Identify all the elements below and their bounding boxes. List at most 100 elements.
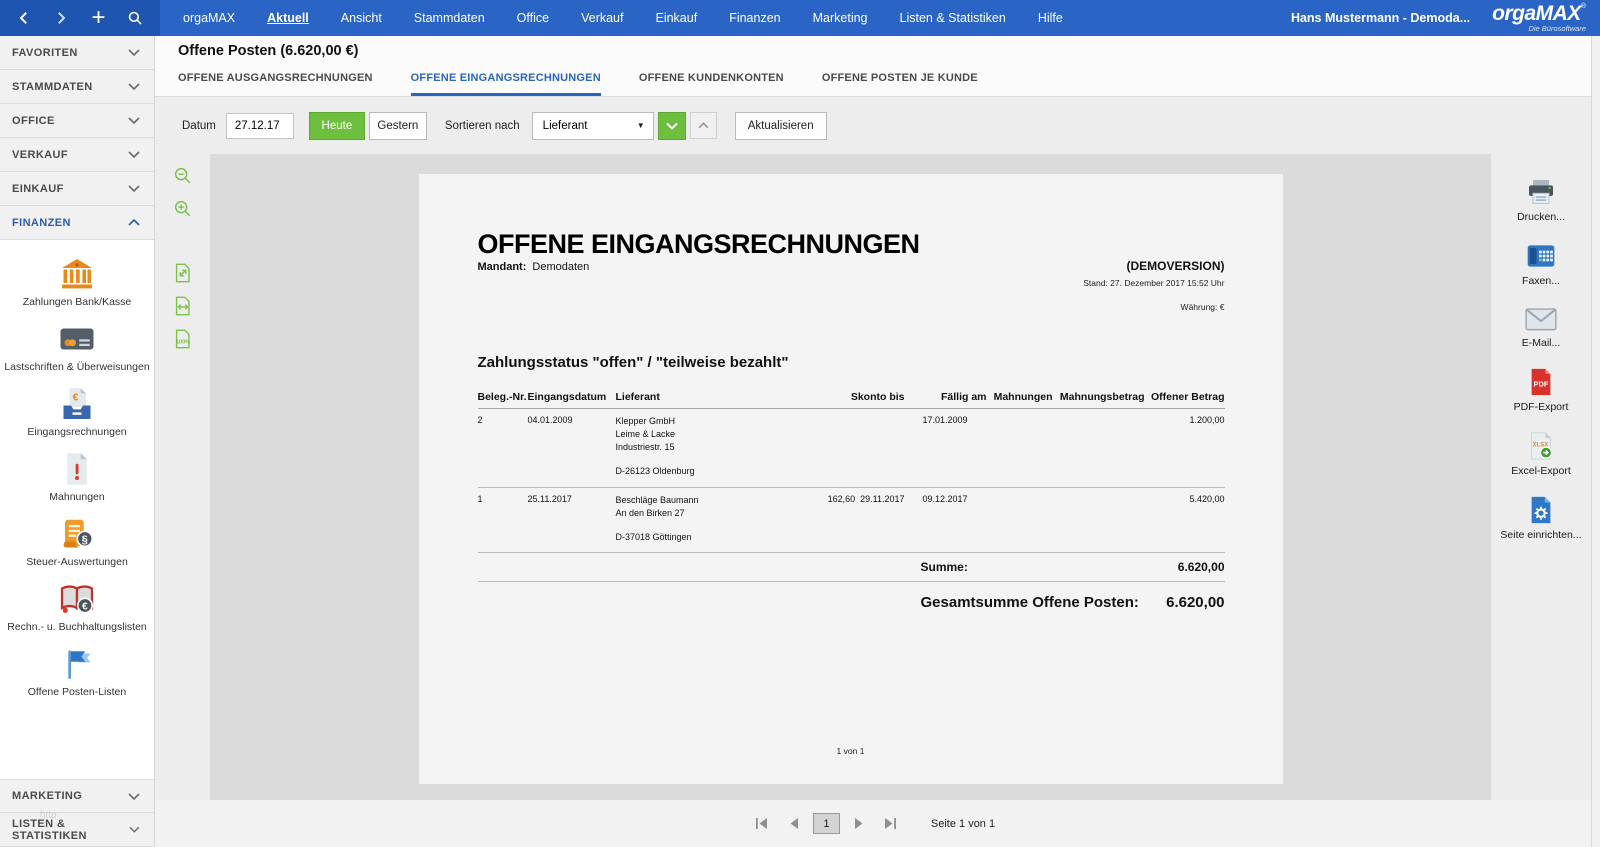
menu-listen-statistiken[interactable]: Listen & Statistiken [899,8,1007,28]
heute-button[interactable]: Heute [308,111,365,140]
topbar: + orgaMAX Aktuell Ansicht Stammdaten Off… [0,0,1600,36]
col-offener-betrag: Offener Betrag [1150,391,1225,404]
sidebar-item-rechn-buchhaltungslisten[interactable]: € Rechn.- u. Buchhaltungslisten [7,581,147,633]
sidebar-section-verkauf[interactable]: VERKAUF [0,138,154,172]
stand-label: Stand: 27. Dezember 2017 15:52 Uhr [1083,278,1225,289]
right-scrollbar[interactable] [1591,36,1600,847]
topbar-nav-icons: + [0,0,160,36]
forward-icon[interactable] [48,5,74,31]
chevron-up-icon [698,122,709,129]
menu-finanzen[interactable]: Finanzen [728,8,781,28]
page-setup-icon [1531,496,1551,524]
zoom-100-icon[interactable]: 100% [171,327,195,351]
supplier-address: Klepper GmbH Leime & Lacke Industriestr.… [615,416,695,477]
invoice-inbox-icon: € [63,388,91,419]
sort-ascending-button[interactable] [689,112,717,139]
logo-subtitle: Die Bürosoftware [1528,24,1586,34]
tab-offene-ausgangsrechnungen[interactable]: OFFENE AUSGANGSRECHNUNGEN [178,72,373,96]
sidebar-item-offene-posten-listen[interactable]: Offene Posten-Listen [28,646,126,698]
last-page-button[interactable] [878,813,902,835]
sidebar-section-office[interactable]: OFFICE [0,104,154,138]
menu-verkauf[interactable]: Verkauf [580,8,624,28]
sidebar-item-eingangsrechnungen[interactable]: € Eingangsrechnungen [27,386,127,438]
email-button[interactable]: E-Mail... [1522,304,1560,349]
menu-hilfe[interactable]: Hilfe [1037,8,1064,28]
report-meta: (DEMOVERSION) Stand: 27. Dezember 2017 1… [1083,259,1224,312]
pdf-export-button[interactable]: PDF PDF-Export [1514,366,1568,413]
sum-row: Summe: 6.620,00 [478,553,1225,581]
sidebar-item-steuer-auswertungen[interactable]: § Steuer-Auswertungen [26,516,128,568]
export-panel: Drucken... Faxen... E-Mail... PDF PDF-Ex… [1491,154,1591,800]
watermark-text: http [40,810,57,821]
sidebar-section-stammdaten[interactable]: STAMMDATEN [0,70,154,104]
sidebar-section-favoriten[interactable]: FAVORITEN [0,36,154,70]
svg-text:PDF: PDF [1534,379,1549,388]
back-icon[interactable] [11,5,37,31]
col-skonto-bis: Skonto bis [850,391,905,404]
sidebar-section-finanzen[interactable]: FINANZEN [0,206,154,240]
datum-input[interactable] [225,112,294,139]
menu-ansicht[interactable]: Ansicht [340,8,383,28]
add-icon[interactable]: + [86,5,112,31]
col-mahnungen: Mahnungen [993,391,1053,404]
email-icon [1525,308,1557,331]
table-row: 1 25.11.2017 Beschläge Baumann An den Bi… [478,488,1225,552]
waehrung-label: Währung: € [1180,302,1225,313]
sidebar-item-lastschriften[interactable]: Lastschriften & Überweisungen [4,321,150,373]
chevron-down-icon [128,117,140,124]
col-eingangsdatum: Eingangsdatum [527,391,607,404]
aktualisieren-button[interactable]: Aktualisieren [734,111,827,140]
menu-orgamax[interactable]: orgaMAX [182,8,236,28]
sort-select[interactable]: Lieferant ▼ [531,111,654,140]
payment-status-heading: Zahlungsstatus "offen" / "teilweise beza… [477,354,789,372]
sortieren-nach-label: Sortieren nach [444,119,520,132]
printer-icon [1528,180,1553,204]
datum-label: Datum [182,119,216,132]
gestern-button[interactable]: Gestern [368,111,427,140]
menu-marketing[interactable]: Marketing [812,8,869,28]
tab-offene-kundenkonten[interactable]: OFFENE KUNDENKONTEN [639,72,784,96]
excel-export-icon: XLSX [1531,432,1553,460]
faxen-button[interactable]: Faxen... [1522,240,1560,287]
zoom-out-icon[interactable] [171,164,195,188]
tax-scroll-icon: § [63,519,94,548]
col-beleg-nr: Beleg.-Nr. [477,391,527,404]
fit-width-icon[interactable] [171,294,195,318]
filter-toolbar: Datum Heute Gestern Sortieren nach Liefe… [155,97,1591,154]
zoom-in-icon[interactable] [171,197,195,221]
current-user-label[interactable]: Hans Mustermann - Demoda... [1291,11,1470,25]
report-viewport[interactable]: OFFENE EINGANGSRECHNUNGEN Mandant: Demoda… [210,154,1491,800]
fit-page-icon[interactable] [171,261,195,285]
menu-stammdaten[interactable]: Stammdaten [413,8,486,28]
sidebar-section-einkauf[interactable]: EINKAUF [0,172,154,206]
drucken-button[interactable]: Drucken... [1517,176,1565,223]
first-page-button[interactable] [751,813,775,835]
summe-value: 6.620,00 [1177,559,1225,574]
menu-office[interactable]: Office [516,8,550,28]
tab-offene-posten-je-kunde[interactable]: OFFENE POSTEN JE KUNDE [822,72,978,96]
menu-einkauf[interactable]: Einkauf [654,8,698,28]
summe-label: Summe: [920,559,968,574]
sort-descending-button[interactable] [657,111,686,140]
current-page-box[interactable]: 1 [812,813,840,834]
warning-document-icon [67,453,87,485]
bank-icon [61,259,92,289]
sidebar-section-listen-statistiken[interactable]: LISTEN & STATISTIKEN [0,813,154,847]
gesamtsumme-label: Gesamtsumme Offene Posten: [920,593,1139,611]
seite-einrichten-button[interactable]: Seite einrichten... [1500,494,1582,541]
next-page-button[interactable] [847,813,871,835]
sort-select-value: Lieferant [542,119,588,132]
tab-offene-eingangsrechnungen[interactable]: OFFENE EINGANGSRECHNUNGEN [410,72,601,96]
col-mahnungsbetrag: Mahnungsbetrag [1059,391,1145,404]
sidebar-item-mahnungen[interactable]: Mahnungen [49,451,105,503]
sidebar-item-zahlungen-bank-kasse[interactable]: Zahlungen Bank/Kasse [23,256,131,308]
search-icon[interactable] [123,5,149,31]
chevron-down-icon [665,122,678,130]
sidebar-section-marketing[interactable]: MARKETING http [0,779,154,821]
menu-aktuell[interactable]: Aktuell [266,8,310,28]
open-invoices-table: Beleg.-Nr. Eingangsdatum Lieferant Skont… [477,391,1225,611]
supplier-address: Beschläge Baumann An den Birken 27 D-370… [615,494,699,542]
page-title: Offene Posten (6.620,00 €) [178,43,359,59]
previous-page-button[interactable] [782,813,806,835]
excel-export-button[interactable]: XLSX Excel-Export [1511,430,1571,477]
